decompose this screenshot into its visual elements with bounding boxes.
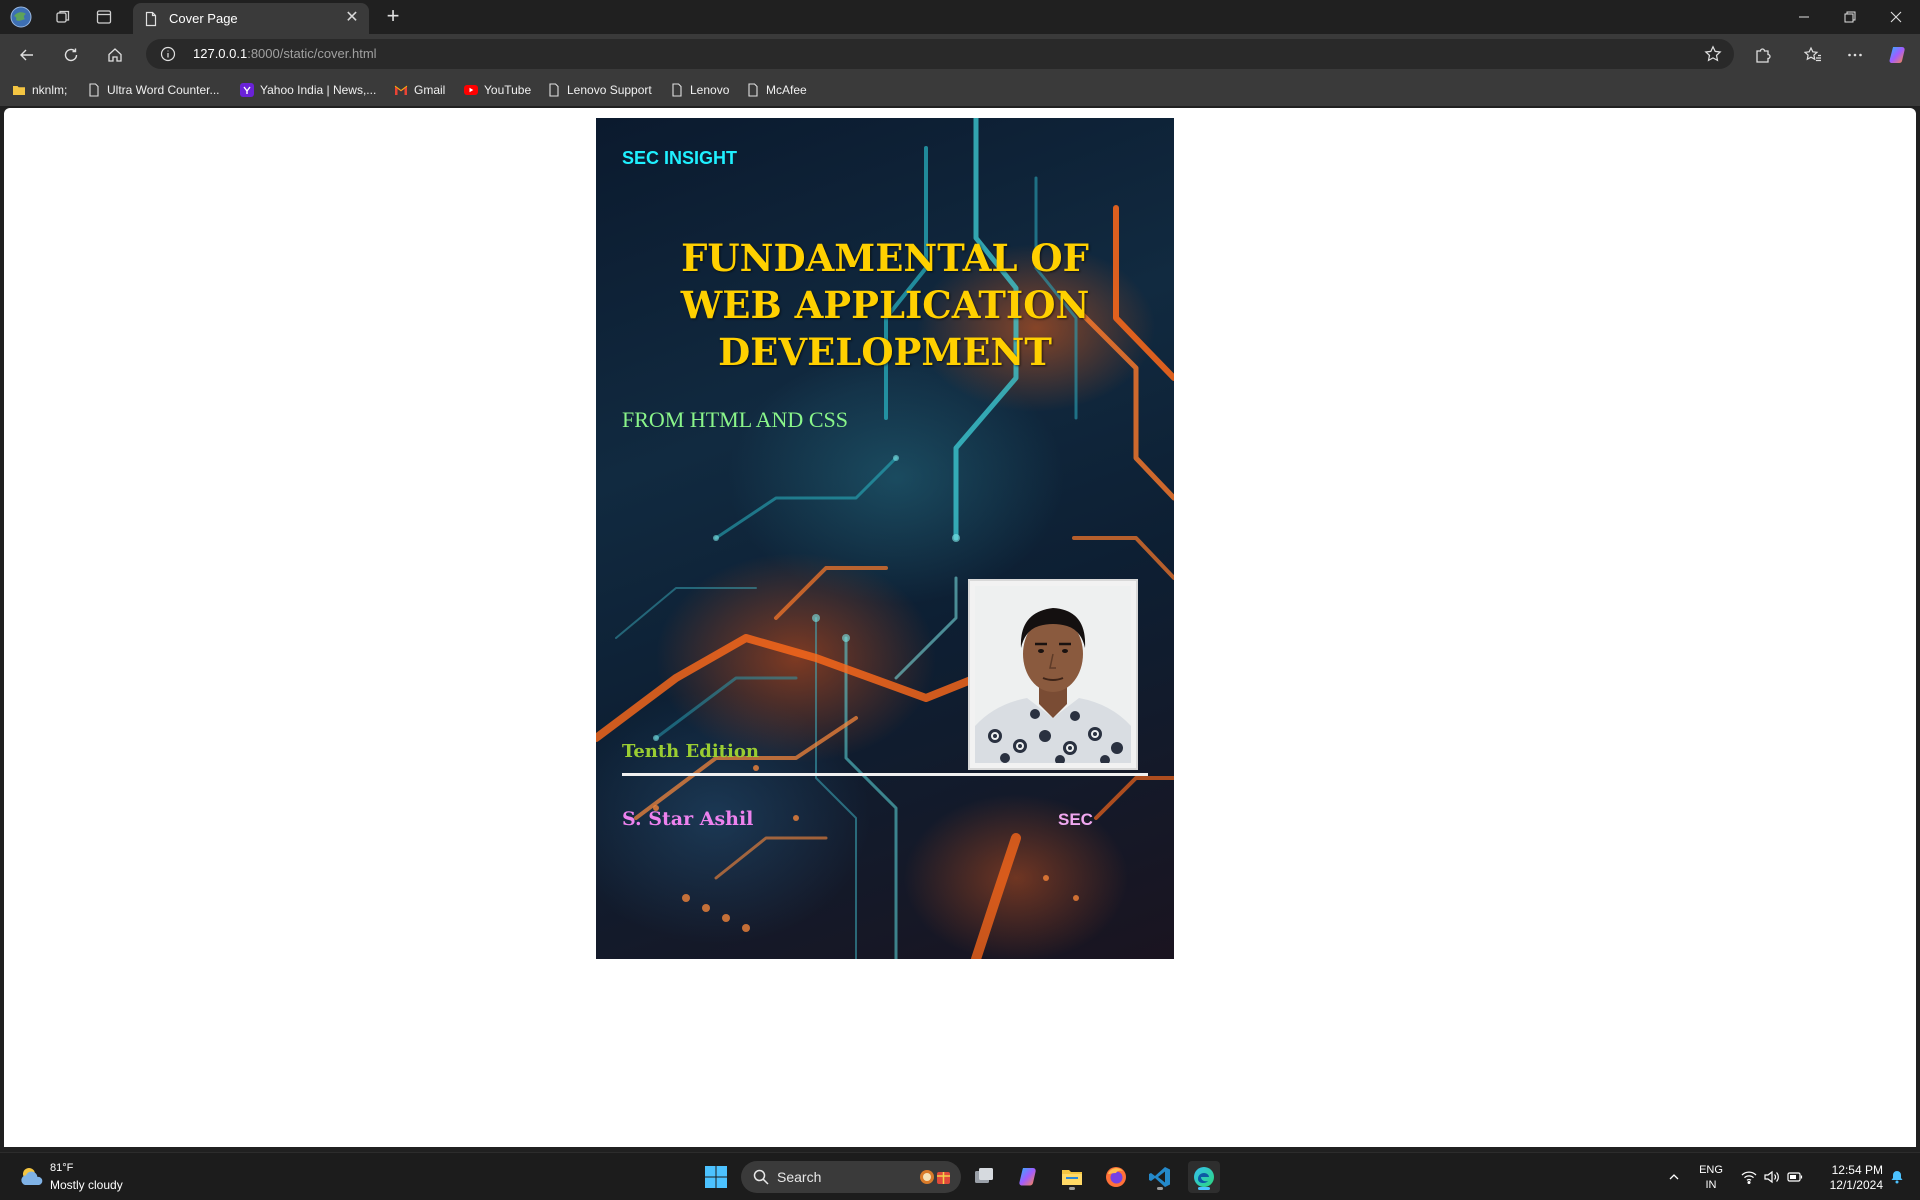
wifi-icon[interactable]: [1739, 1167, 1759, 1187]
author-photo: [968, 579, 1138, 770]
start-button[interactable]: [700, 1161, 732, 1193]
vscode-button[interactable]: [1144, 1161, 1176, 1193]
home-button[interactable]: [101, 41, 129, 69]
cloudy-weather-icon[interactable]: [18, 1165, 46, 1189]
book-title-line: WEB APPLICATION: [680, 283, 1090, 327]
notifications-icon[interactable]: [1887, 1167, 1907, 1187]
copilot-icon: [1019, 1168, 1036, 1186]
book-cover: SEC INSIGHT FUNDAMENTAL OF WEB APPLICATI…: [596, 118, 1174, 959]
system-clock[interactable]: 12:54 PM 12/1/2024: [1815, 1163, 1883, 1193]
page-icon: [748, 83, 758, 97]
tab-strip: Cover Page ✕ +: [0, 0, 1920, 34]
page-viewport: SEC INSIGHT FUNDAMENTAL OF WEB APPLICATI…: [4, 108, 1916, 1147]
book-title-line: DEVELOPMENT: [718, 330, 1052, 374]
battery-icon[interactable]: [1785, 1167, 1805, 1187]
edge-button[interactable]: [1188, 1161, 1220, 1193]
new-tab-button[interactable]: +: [381, 5, 405, 29]
page-icon: [145, 11, 157, 26]
address-bar[interactable]: 127.0.0.1:8000/static/cover.html: [146, 39, 1734, 69]
close-tab-icon[interactable]: ✕: [343, 9, 361, 27]
taskbar: 81°F Mostly cloudy Search ENG IN 12:54 P…: [0, 1152, 1920, 1200]
weather-temperature[interactable]: 81°F: [50, 1162, 73, 1174]
book-title: FUNDAMENTAL OF WEB APPLICATION DEVELOPME…: [596, 235, 1174, 376]
page-icon: [549, 83, 559, 97]
taskbar-search[interactable]: Search: [741, 1161, 961, 1193]
page-icon: [89, 83, 99, 97]
edge-icon: [1194, 1167, 1214, 1187]
windows-logo-icon: [705, 1166, 727, 1188]
navigation-bar: 127.0.0.1:8000/static/cover.html: [0, 34, 1920, 74]
bookmark-mcafee[interactable]: McAfee: [746, 81, 807, 99]
favorite-star-icon[interactable]: [1704, 45, 1722, 63]
volume-icon[interactable]: [1762, 1167, 1782, 1187]
yahoo-icon: [240, 83, 254, 97]
page-icon: [672, 83, 682, 97]
running-indicator: [1157, 1187, 1163, 1190]
more-options-icon[interactable]: [1841, 41, 1869, 69]
firefox-button[interactable]: [1100, 1161, 1132, 1193]
url-text[interactable]: 127.0.0.1:8000/static/cover.html: [193, 46, 377, 61]
workspaces-icon[interactable]: [51, 5, 75, 29]
search-label: Search: [777, 1169, 822, 1185]
vscode-icon: [1149, 1167, 1170, 1187]
gmail-icon: [394, 85, 408, 95]
copilot-app-button[interactable]: [1012, 1161, 1044, 1193]
bookmark-gmail[interactable]: Gmail: [394, 81, 445, 99]
book-title-line: FUNDAMENTAL OF: [681, 236, 1089, 280]
favorites-icon[interactable]: [1799, 41, 1827, 69]
bookmark-youtube[interactable]: YouTube: [464, 81, 531, 99]
search-icon: [753, 1169, 769, 1185]
back-button[interactable]: [13, 41, 41, 69]
vertical-tabs-icon[interactable]: [92, 5, 116, 29]
youtube-icon: [464, 85, 478, 95]
publisher-name: SEC INSIGHT: [622, 148, 738, 168]
tab-title: Cover Page: [169, 11, 238, 26]
running-indicator: [1069, 1187, 1075, 1190]
bookmark-lenovo[interactable]: Lenovo: [670, 81, 729, 99]
copilot-icon[interactable]: [1884, 41, 1912, 69]
publisher-short-name: SEC: [1058, 810, 1093, 829]
clock-date: 12/1/2024: [1829, 1178, 1883, 1192]
restore-button[interactable]: [1828, 0, 1872, 34]
divider: [622, 773, 1148, 776]
language-indicator[interactable]: ENG IN: [1698, 1163, 1724, 1193]
bookmarks-bar: nknlm; Ultra Word Counter... Yahoo India…: [0, 74, 1920, 106]
bookmark-folder-nknlm[interactable]: nknlm;: [12, 81, 67, 99]
bookmark-lenovo-support[interactable]: Lenovo Support: [547, 81, 652, 99]
running-indicator-active: [1198, 1187, 1210, 1190]
refresh-button[interactable]: [57, 41, 85, 69]
show-hidden-icons-button[interactable]: [1664, 1167, 1684, 1187]
firefox-icon: [1106, 1167, 1126, 1187]
edition-label: Tenth Edition: [622, 741, 759, 762]
file-explorer-button[interactable]: [1056, 1161, 1088, 1193]
task-view-button[interactable]: [968, 1161, 1000, 1193]
chevron-up-icon: [1669, 1174, 1679, 1180]
close-window-button[interactable]: [1874, 0, 1918, 34]
weather-description[interactable]: Mostly cloudy: [50, 1178, 123, 1192]
search-highlight-icon: [920, 1170, 950, 1184]
extensions-icon[interactable]: [1749, 41, 1777, 69]
bookmark-ultra-word-counter[interactable]: Ultra Word Counter...: [87, 81, 220, 99]
folder-icon: [1062, 1170, 1082, 1185]
tab-cover-page[interactable]: Cover Page ✕: [133, 3, 369, 34]
task-view-icon: [975, 1168, 993, 1183]
clock-time: 12:54 PM: [1831, 1163, 1883, 1177]
bookmark-yahoo-india[interactable]: Yahoo India | News,...: [240, 81, 376, 99]
profile-avatar-icon[interactable]: [9, 5, 33, 29]
book-subtitle: FROM HTML AND CSS: [622, 407, 848, 432]
site-info-icon[interactable]: [160, 46, 176, 62]
author-name: S. Star Ashil: [622, 808, 754, 830]
minimize-button[interactable]: [1782, 0, 1826, 34]
folder-icon: [13, 86, 25, 95]
